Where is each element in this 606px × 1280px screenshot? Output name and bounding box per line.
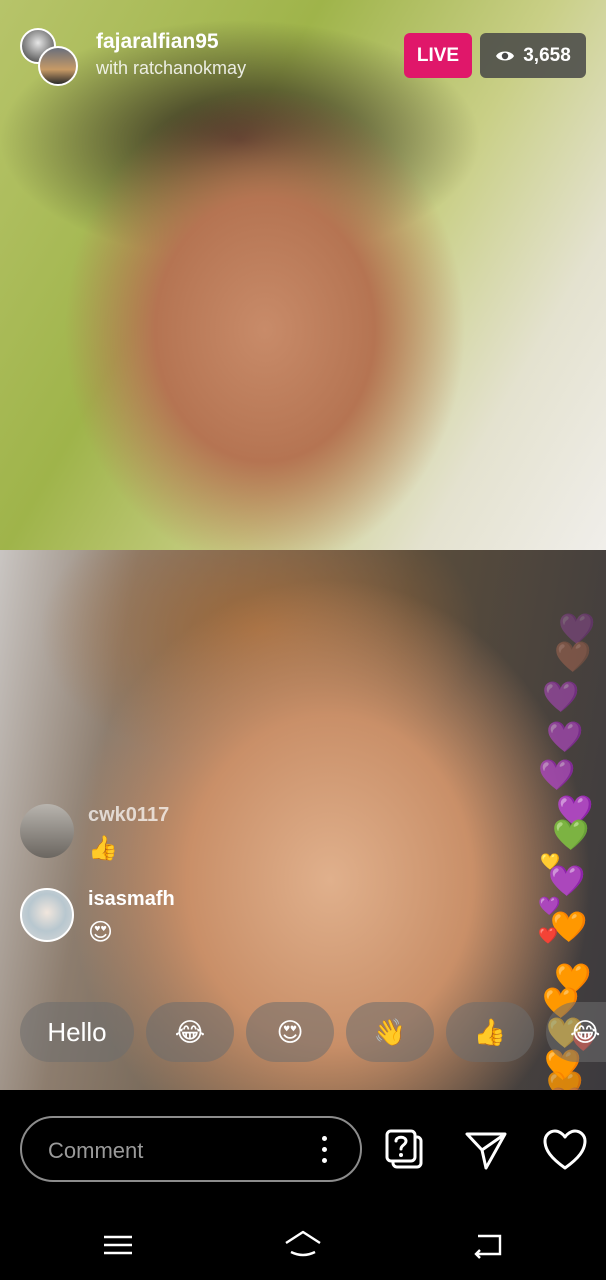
commenter-username[interactable]: cwk0117 xyxy=(88,804,169,827)
quick-reply-emoji[interactable]: 😂 xyxy=(146,1002,234,1062)
guest-avatar[interactable] xyxy=(38,46,78,86)
comment-text: 😍 xyxy=(88,919,114,946)
question-sticker-icon[interactable] xyxy=(384,1128,428,1172)
heart-icon: 💚 xyxy=(552,819,590,852)
viewer-count-badge[interactable]: 3,658 xyxy=(480,33,586,78)
comment-item: isasmafh 😍 xyxy=(20,888,220,958)
heart-icon: ❤️ xyxy=(538,928,558,945)
comment-input[interactable]: Comment xyxy=(20,1116,362,1182)
quick-reply-emoji[interactable]: 👋 xyxy=(346,1002,434,1062)
heart-outline-icon[interactable] xyxy=(543,1128,587,1172)
more-options-icon[interactable] xyxy=(322,1136,328,1166)
back-icon[interactable] xyxy=(468,1226,508,1266)
comment-placeholder: Comment xyxy=(48,1138,144,1163)
menu-icon[interactable] xyxy=(98,1226,138,1266)
eye-icon xyxy=(496,51,515,60)
heart-icon: 🤎 xyxy=(554,641,592,674)
comment-item: cwk0117 👍 xyxy=(20,804,220,874)
host-video-feed xyxy=(0,0,606,550)
quick-reply-hello[interactable]: Hello xyxy=(20,1002,134,1062)
home-icon[interactable] xyxy=(283,1226,323,1266)
viewer-count: 3,658 xyxy=(523,44,571,66)
heart-icon: 💜 xyxy=(546,721,584,754)
host-username[interactable]: fajaralfian95 xyxy=(96,30,219,54)
send-icon[interactable] xyxy=(464,1128,508,1172)
quick-reply-emoji[interactable]: 👍 xyxy=(446,1002,534,1062)
host-avatars[interactable] xyxy=(20,28,78,86)
commenter-username[interactable]: isasmafh xyxy=(88,888,175,911)
quick-reply-emoji[interactable]: 😍 xyxy=(246,1002,334,1062)
heart-icon: 💜 xyxy=(542,681,580,714)
heart-icon: 💜 xyxy=(548,865,586,898)
commenter-avatar[interactable] xyxy=(20,888,74,942)
guest-line[interactable]: with ratchanokmay xyxy=(96,58,246,79)
commenter-avatar[interactable] xyxy=(20,804,74,858)
live-badge: LIVE xyxy=(404,33,472,78)
heart-icon: 💜 xyxy=(538,759,576,792)
comment-text: 👍 xyxy=(88,835,118,862)
quick-reply-emoji[interactable]: 😂 xyxy=(546,1002,606,1062)
